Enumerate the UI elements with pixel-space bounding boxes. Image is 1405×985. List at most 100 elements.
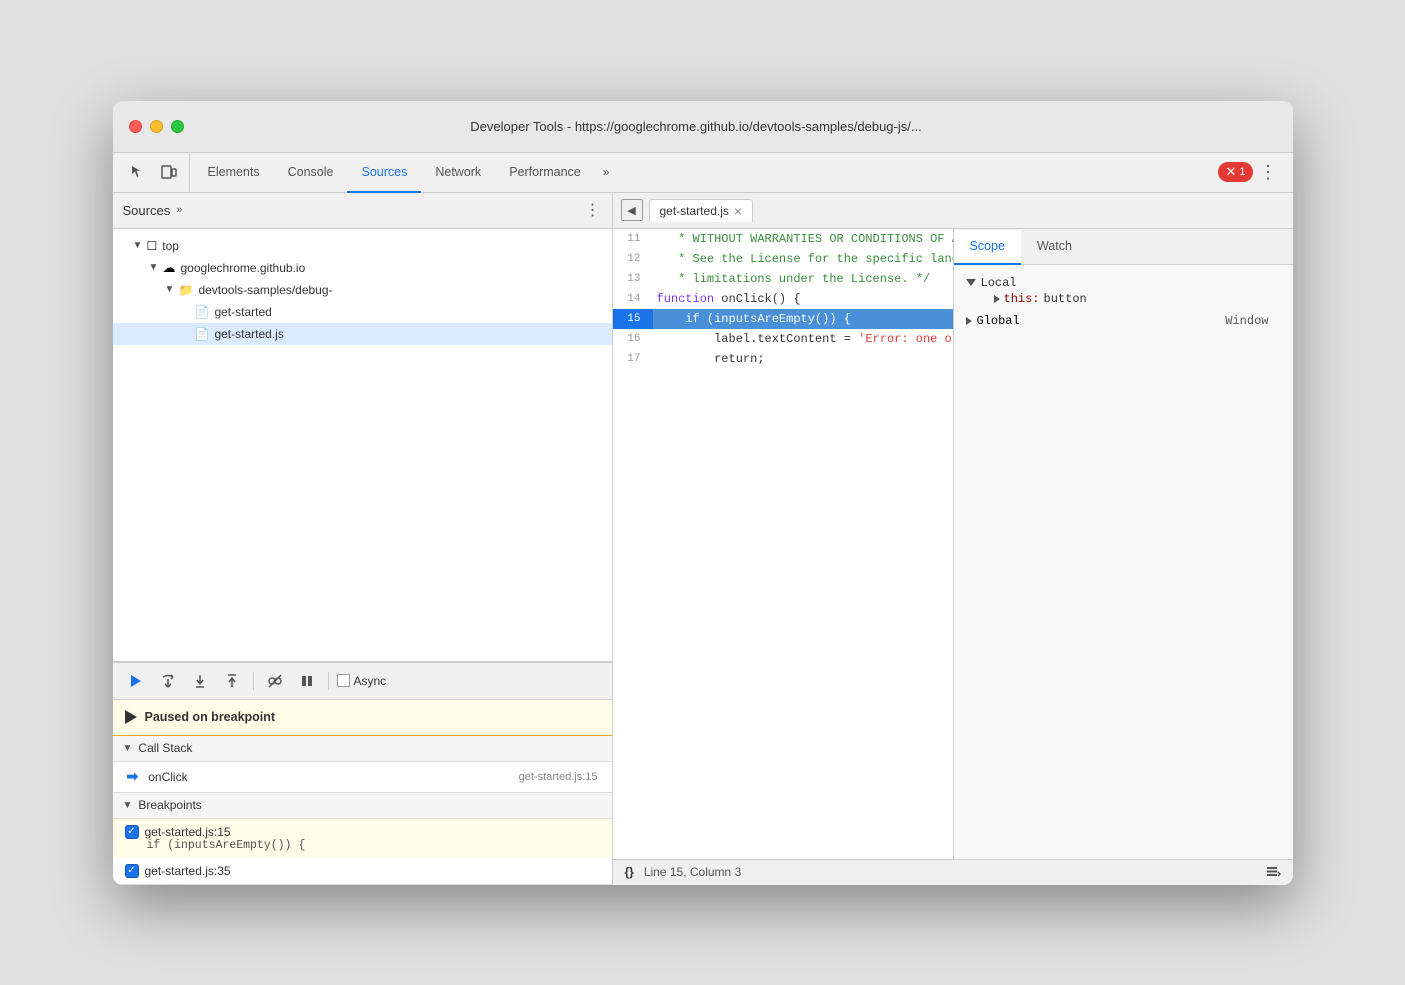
- sources-menu-button[interactable]: ⋮: [585, 200, 602, 220]
- breakpoints-arrow: ▼: [123, 800, 133, 811]
- tab-network[interactable]: Network: [421, 154, 495, 193]
- back-button[interactable]: ◀: [621, 199, 643, 221]
- tree-item-get-started[interactable]: 📄 get-started: [113, 301, 612, 323]
- pause-toggle-button[interactable]: [294, 668, 320, 694]
- call-stack-file-ref: get-started.js:15: [519, 771, 598, 783]
- scope-prop-arrow: [994, 295, 1000, 303]
- code-editor-header: ◀ get-started.js ×: [613, 193, 1293, 229]
- file-tree: ▼ ☐ top ▼ ☁ googlechrome.github.io ▼ 📁 d…: [113, 229, 612, 661]
- error-badge[interactable]: ✕ 1: [1218, 162, 1252, 182]
- file-icon-gs: 📄: [195, 305, 210, 319]
- code-line-17: 17 return;: [613, 349, 953, 369]
- async-toggle[interactable]: Async: [337, 674, 387, 688]
- code-line-13: 13 * limitations under the License. */: [613, 269, 953, 289]
- stepout-button[interactable]: [219, 668, 245, 694]
- breakpoint-checkbox-1[interactable]: ✓: [125, 864, 139, 878]
- tree-label-gs: get-started: [214, 305, 271, 319]
- tree-item-get-started-js[interactable]: 📄 get-started.js: [113, 323, 612, 345]
- scope-local-arrow: [966, 279, 976, 286]
- line-num-14: 14: [613, 289, 653, 309]
- line-code-15: if (inputsAreEmpty()) {: [653, 309, 851, 329]
- tree-item-top[interactable]: ▼ ☐ top: [113, 235, 612, 257]
- code-tab-js[interactable]: get-started.js ×: [649, 199, 754, 222]
- scope-panel: Scope Watch Local: [953, 229, 1293, 859]
- call-stack-item[interactable]: ➡ onClick get-started.js:15: [113, 762, 612, 792]
- paused-banner: Paused on breakpoint: [113, 700, 612, 736]
- scope-local-label: Local: [981, 276, 1017, 290]
- tree-label-folder: devtools-samples/debug-: [198, 283, 332, 297]
- error-count: 1: [1239, 166, 1245, 178]
- code-line-15: 15 if (inputsAreEmpty()) {: [613, 309, 953, 329]
- scope-tab-scope[interactable]: Scope: [954, 230, 1021, 265]
- tabs-more-button[interactable]: »: [595, 153, 618, 192]
- status-icon[interactable]: [1265, 863, 1281, 882]
- line-num-15: 15: [613, 309, 653, 329]
- scope-tab-watch[interactable]: Watch: [1021, 230, 1088, 265]
- line-code-11: * WITHOUT WARRANTIES OR CONDITIONS OF AN…: [653, 229, 953, 249]
- devtools-icons: [117, 153, 190, 192]
- code-line-11: 11 * WITHOUT WARRANTIES OR CONDITIONS OF…: [613, 229, 953, 249]
- error-icon: ✕: [1225, 164, 1236, 180]
- devtools-window: Developer Tools - https://googlechrome.g…: [113, 101, 1293, 885]
- tab-console[interactable]: Console: [274, 154, 348, 193]
- inspect-icon[interactable]: [125, 160, 149, 184]
- scope-global-row[interactable]: Global Window: [954, 311, 1293, 331]
- code-scope-container: ◀ get-started.js × 11 * WITHOUT WARRANTI…: [613, 193, 1293, 885]
- async-label-text: Async: [354, 674, 387, 688]
- tree-label-top: top: [162, 239, 179, 253]
- call-stack-content: ➡ onClick get-started.js:15: [113, 762, 612, 793]
- prop-key-this: this:: [1004, 292, 1040, 306]
- sources-more-button[interactable]: »: [176, 204, 182, 216]
- frame-icon: ☐: [147, 239, 158, 253]
- scope-prop-this[interactable]: this: button: [966, 290, 1281, 308]
- scope-global-arrow: [966, 317, 972, 325]
- stepinto-button[interactable]: [187, 668, 213, 694]
- tab-sources[interactable]: Sources: [347, 154, 421, 193]
- code-tab-label: get-started.js: [660, 204, 729, 218]
- folder-icon: 📁: [179, 283, 194, 297]
- line-num-13: 13: [613, 269, 653, 289]
- sources-sub-header: Sources » ⋮: [113, 193, 612, 229]
- code-tab-close[interactable]: ×: [734, 204, 742, 218]
- breakpoint-line1: ✓ get-started.js:15: [125, 825, 600, 839]
- call-stack-header[interactable]: ▼ Call Stack: [113, 736, 612, 762]
- breakpoint-name-0: get-started.js:15: [145, 825, 231, 839]
- file-icon-gsjs: 📄: [195, 327, 210, 341]
- scope-tabs: Scope Watch: [954, 229, 1293, 265]
- devtools-menu-button[interactable]: ⋮: [1257, 160, 1281, 184]
- devtools-right-controls: ✕ 1 ⋮: [1218, 153, 1288, 192]
- resume-button[interactable]: [123, 668, 149, 694]
- breakpoints-content: ✓ get-started.js:15 if (inputsAreEmpty()…: [113, 819, 612, 885]
- tab-elements[interactable]: Elements: [194, 154, 274, 193]
- debug-toolbar: Async: [113, 662, 612, 700]
- line-code-14: function onClick() {: [653, 289, 801, 309]
- tree-arrow-top: ▼: [133, 240, 147, 251]
- async-checkbox[interactable]: [337, 674, 350, 687]
- scope-content: Local this: button: [954, 265, 1293, 859]
- tree-item-domain[interactable]: ▼ ☁ googlechrome.github.io: [113, 257, 612, 279]
- scope-global-value: Window: [1225, 314, 1280, 328]
- line-code-13: * limitations under the License. */: [653, 269, 931, 289]
- play-arrow-icon[interactable]: [125, 710, 137, 724]
- call-stack-fn-name: onClick: [148, 770, 228, 784]
- toolbar-separator: [253, 672, 254, 690]
- breakpoint-name-1: get-started.js:35: [145, 864, 231, 878]
- breakpoint-checkbox-0[interactable]: ✓: [125, 825, 139, 839]
- scope-global-header: Global: [966, 314, 1020, 328]
- tree-item-folder[interactable]: ▼ 📁 devtools-samples/debug-: [113, 279, 612, 301]
- breakpoints-header[interactable]: ▼ Breakpoints: [113, 793, 612, 819]
- code-line-12: 12 * See the License for the specific la…: [613, 249, 953, 269]
- scope-local-header[interactable]: Local: [966, 276, 1281, 290]
- paused-text: Paused on breakpoint: [145, 710, 276, 724]
- status-line-col: Line 15, Column 3: [644, 865, 741, 879]
- breakpoint-item-1: ✓ get-started.js:35: [113, 858, 612, 884]
- line-num-12: 12: [613, 249, 653, 269]
- device-toggle-icon[interactable]: [157, 160, 181, 184]
- stepover-button[interactable]: [155, 668, 181, 694]
- deactivate-button[interactable]: [262, 668, 288, 694]
- tab-performance[interactable]: Performance: [495, 154, 595, 193]
- code-area[interactable]: 11 * WITHOUT WARRANTIES OR CONDITIONS OF…: [613, 229, 953, 859]
- tree-arrow-domain: ▼: [149, 262, 163, 273]
- devtools-body: Sources » ⋮ ▼ ☐ top ▼ ☁ googlechrome.git…: [113, 193, 1293, 885]
- code-line-14: 14 function onClick() {: [613, 289, 953, 309]
